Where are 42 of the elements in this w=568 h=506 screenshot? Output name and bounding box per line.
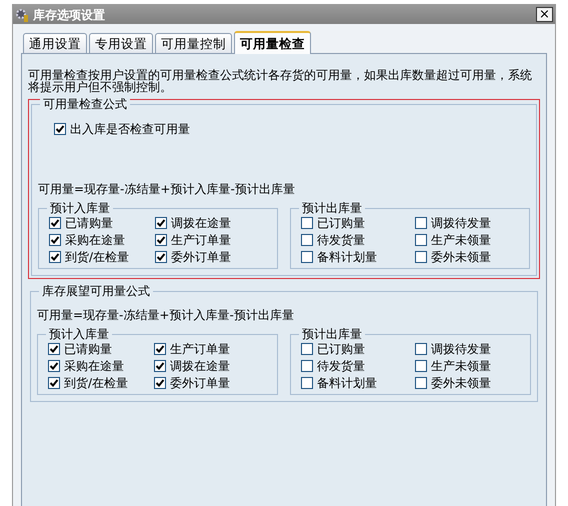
window-title: 库存选项设置 xyxy=(33,6,105,24)
checkbox[interactable]: 采购在途量 xyxy=(49,232,155,247)
tab[interactable]: 可用量检查 xyxy=(234,31,311,54)
tab[interactable]: 专用设置 xyxy=(89,33,153,53)
checkbox[interactable]: 委外订单量 xyxy=(154,375,277,390)
tab[interactable]: 可用量控制 xyxy=(155,33,232,53)
checkbox[interactable]: 待发货量 xyxy=(301,358,415,373)
checkbox[interactable]: 已请购量 xyxy=(49,215,155,230)
checkbox[interactable]: 调拨在途量 xyxy=(155,215,277,230)
checkbox[interactable]: 调拨在途量 xyxy=(154,358,277,373)
description-text: 可用量检查按用户设置的可用量检查公式统计各存货的可用量，如果出库数量超过可用量，系统将提示用户但不强制控制。 xyxy=(28,69,533,93)
check-icon xyxy=(55,124,65,134)
group-title: 预计入库量 xyxy=(46,327,112,341)
group-title: 预计入库量 xyxy=(47,201,113,215)
checkbox[interactable]: 待发货量 xyxy=(301,232,415,247)
group-title: 预计出库量 xyxy=(299,327,365,341)
group-title: 预计出库量 xyxy=(299,201,365,215)
checkbox[interactable]: 生产未领量 xyxy=(415,358,530,373)
checkbox[interactable]: 生产订单量 xyxy=(155,232,277,247)
checkbox[interactable]: 委外未领量 xyxy=(415,249,529,264)
checkbox[interactable]: 生产未领量 xyxy=(415,232,529,247)
checkbox[interactable]: 已订购量 xyxy=(301,341,415,356)
checkbox[interactable]: 调拨待发量 xyxy=(415,341,530,356)
checkbox[interactable]: 备料计划量 xyxy=(301,249,415,264)
formula-text: 可用量=现存量-冻结量+预计入库量-预计出库量 xyxy=(38,181,296,198)
checkbox[interactable]: 备料计划量 xyxy=(301,375,415,390)
checkbox[interactable]: 到货/在检量 xyxy=(49,249,155,264)
checkbox[interactable]: 调拨待发量 xyxy=(415,215,529,230)
checkbox[interactable]: 生产订单量 xyxy=(154,341,277,356)
checkbox[interactable]: 到货/在检量 xyxy=(48,375,154,390)
checkbox[interactable]: 已订购量 xyxy=(301,215,415,230)
checkbox[interactable]: 采购在途量 xyxy=(48,358,154,373)
close-button[interactable]: × xyxy=(536,7,553,22)
formula-text: 可用量=现存量-冻结量+预计入库量-预计出库量 xyxy=(37,307,295,324)
checkbox[interactable]: 委外未领量 xyxy=(415,375,530,390)
checkbox[interactable]: 委外订单量 xyxy=(155,249,277,264)
group-title: 可用量检查公式 xyxy=(40,97,130,111)
checkbox[interactable]: 出入库是否检查可用量 xyxy=(54,121,530,136)
gear-icon xyxy=(15,8,29,22)
checkbox[interactable]: 已请购量 xyxy=(48,341,154,356)
group-title: 库存展望可用量公式 xyxy=(39,284,153,298)
tab[interactable]: 通用设置 xyxy=(23,33,87,53)
